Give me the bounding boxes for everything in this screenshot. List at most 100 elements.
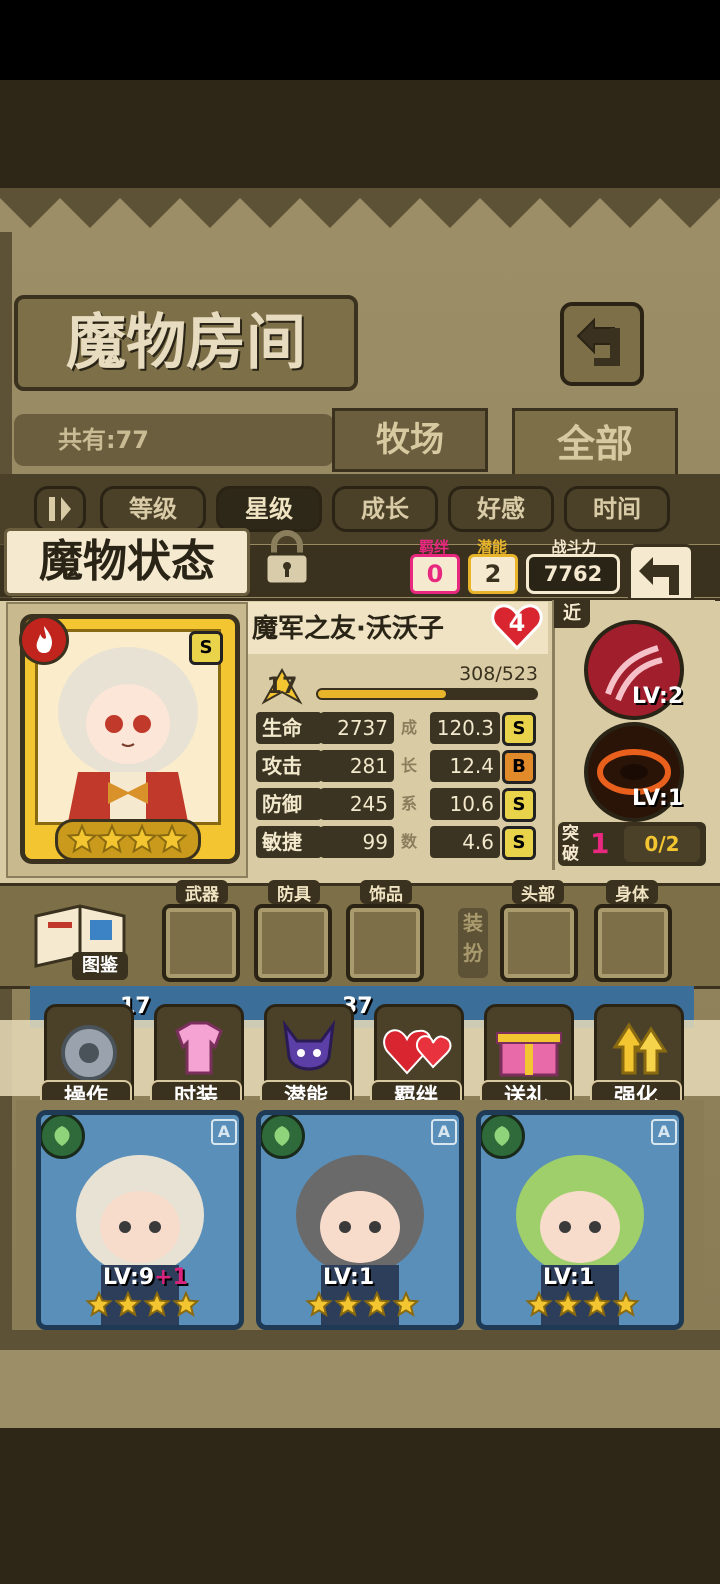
skill-1[interactable]: LV:2 [584, 620, 684, 720]
action-button-2[interactable]: 潜能 [260, 1004, 354, 1116]
card-rank: A [431, 1119, 457, 1145]
codex-label: 图鉴 [72, 952, 128, 980]
codex-button[interactable]: 图鉴 [30, 896, 130, 980]
favor-level: 4 [508, 609, 526, 637]
star-rating-stars [66, 823, 188, 854]
star-icon [66, 823, 98, 854]
plant-element-badge [261, 1115, 305, 1159]
breakthrough-progress: 0/2 [624, 826, 700, 862]
breakthrough-label: 突破 [562, 824, 579, 864]
monster-card-item[interactable]: A LV:9+1 [36, 1110, 244, 1330]
hearts-icon [383, 1029, 452, 1075]
exp-bar-fill [318, 690, 446, 698]
sort-level[interactable]: 等级 [100, 486, 206, 532]
lock-button[interactable] [256, 528, 318, 588]
level-badge: 17 [260, 666, 304, 706]
action-button-4[interactable]: 送礼 [480, 1004, 574, 1116]
range-badge: 近 [554, 600, 590, 628]
exit-button[interactable] [560, 302, 644, 386]
stat-label: 攻击 [256, 750, 322, 782]
card-level-text: LV:1 [323, 1265, 375, 1290]
star-icon [583, 1291, 611, 1317]
card-star-rating [525, 1291, 640, 1317]
room-title: 魔物房间 [14, 295, 358, 391]
skill-2[interactable]: LV:1 [584, 722, 684, 822]
star-icon [392, 1291, 420, 1317]
star-icon [114, 1291, 142, 1317]
weapon-label: 武器 [176, 880, 228, 905]
growth-value: 120.3 [430, 712, 500, 744]
growth-value: 4.6 [430, 826, 500, 858]
action-button-5[interactable]: 强化 [590, 1004, 684, 1116]
upgrade-arrows-icon [612, 1022, 668, 1075]
plant-element-badge [41, 1115, 85, 1159]
weapon-slot[interactable] [162, 904, 240, 982]
card-level-text: LV:9 [103, 1265, 155, 1290]
dress-label: 装扮 [458, 908, 488, 978]
stat-value: 281 [320, 750, 394, 782]
tab-all[interactable]: 全部 [512, 408, 678, 480]
card-level: LV:1 [543, 1265, 594, 1290]
skill-2-level: LV:1 [632, 786, 684, 811]
growth-value: 12.4 [430, 750, 500, 782]
demon-icon [282, 1019, 336, 1071]
fire-icon [36, 626, 52, 653]
monster-name: 魔军之友·沃沃子 [252, 614, 444, 644]
action-button-0[interactable]: 操作 [40, 1004, 134, 1116]
fire-element-badge [19, 615, 69, 665]
total-count: 共有:77 [14, 414, 334, 466]
star-icon [172, 1291, 200, 1317]
card-rank: A [651, 1119, 677, 1145]
monster-card-item[interactable]: A LV:1 [476, 1110, 684, 1330]
sort-favor[interactable]: 好感 [448, 486, 554, 532]
sort-order-button[interactable] [34, 486, 86, 532]
stat-label: 防御 [256, 788, 322, 820]
growth-char: 数 [400, 832, 417, 851]
star-icon [143, 1291, 171, 1317]
star-icon [525, 1291, 553, 1317]
growth-grade: S [502, 826, 536, 860]
head-slot[interactable] [500, 904, 578, 982]
stat-value: 99 [320, 826, 394, 858]
monster-card-item[interactable]: A LV:1 [256, 1110, 464, 1330]
growth-grade: S [502, 712, 536, 746]
body-label: 身体 [606, 880, 658, 905]
lock-icon [264, 530, 310, 586]
growth-grade: B [502, 750, 536, 784]
accessory-slot[interactable] [346, 904, 424, 982]
gear-icon [61, 1025, 117, 1081]
armor-slot[interactable] [254, 904, 332, 982]
sort-order-icon [49, 497, 71, 521]
favor-heart[interactable]: 4 [490, 602, 544, 652]
action-button-1[interactable]: 时装 [150, 1004, 244, 1116]
leaf-icon [54, 1126, 70, 1146]
breakthrough-value: 1 [590, 827, 610, 860]
card-level-bonus: +1 [154, 1265, 188, 1290]
breakthrough-bar[interactable]: 突破 1 0/2 [558, 822, 706, 866]
body-slot[interactable] [594, 904, 672, 982]
bond-label: 羁绊 [418, 538, 449, 556]
action-button-3[interactable]: 羁绊 [370, 1004, 464, 1116]
star-icon [305, 1291, 333, 1317]
armor-label: 防具 [268, 880, 320, 905]
bond-value: 0 [410, 554, 460, 594]
monster-card[interactable]: S [19, 614, 240, 864]
sort-growth[interactable]: 成长 [332, 486, 438, 532]
leaf-icon [494, 1126, 510, 1146]
accessory-label: 饰品 [360, 880, 412, 905]
panel-bottom-strip [0, 1374, 720, 1428]
growth-grade: S [502, 788, 536, 822]
return-icon [576, 317, 620, 366]
stat-value: 2737 [320, 712, 394, 744]
power-value: 7762 [526, 554, 620, 594]
power-label: 战斗力 [551, 538, 597, 556]
sort-time[interactable]: 时间 [564, 486, 670, 532]
monster-grade-badge: S [189, 631, 223, 665]
card-level: LV:1 [323, 1265, 374, 1290]
sort-star[interactable]: 星级 [216, 486, 322, 532]
panel-top-zigzag [0, 188, 720, 232]
star-icon [96, 823, 128, 854]
status-back-button[interactable] [628, 544, 694, 606]
tab-ranch[interactable]: 牧场 [332, 408, 488, 472]
card-star-rating [85, 1291, 200, 1317]
